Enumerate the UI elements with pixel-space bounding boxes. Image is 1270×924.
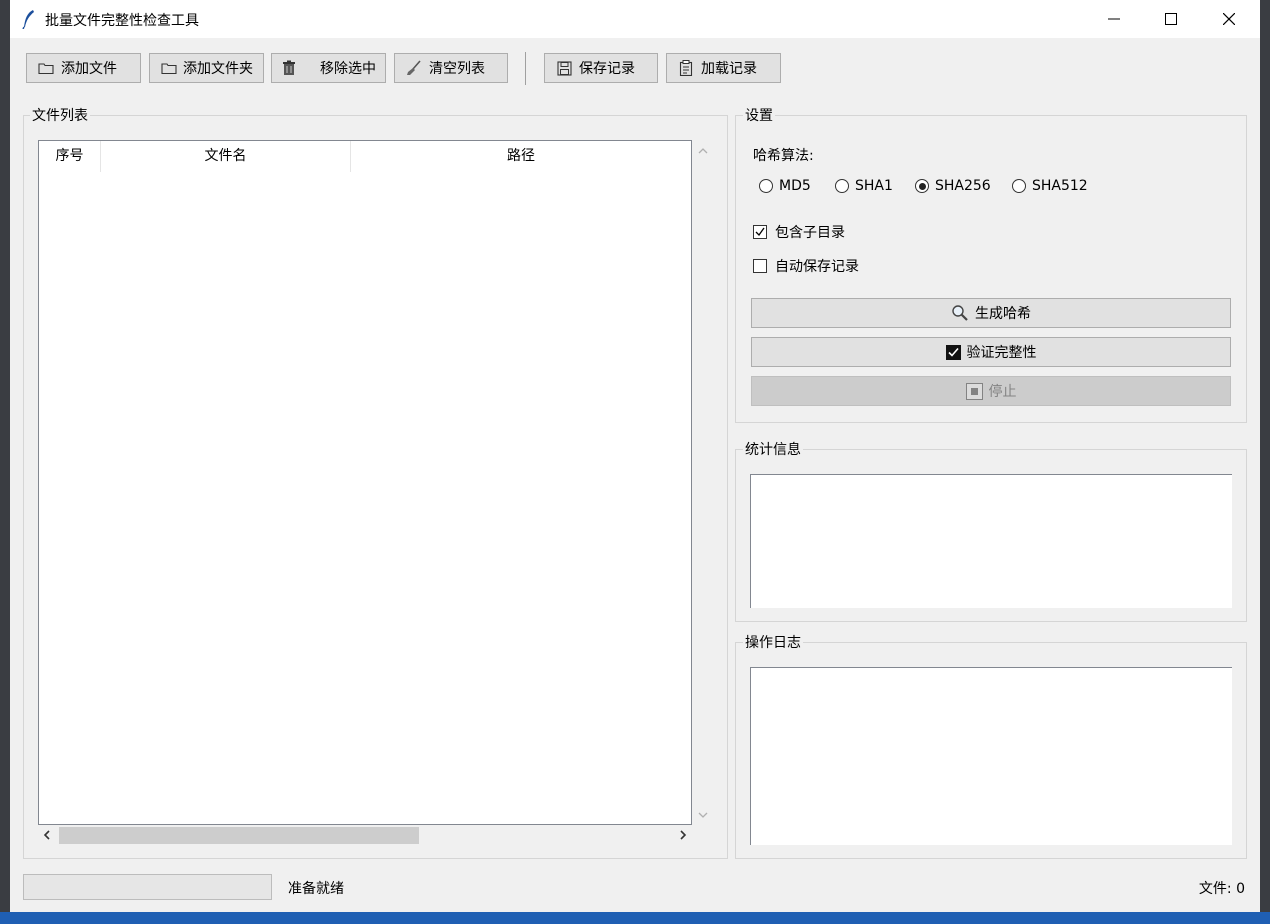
minimize-button[interactable]: [1085, 0, 1143, 38]
verify-integrity-label: 验证完整性: [966, 345, 1037, 361]
remove-selected-button[interactable]: 移除选中: [271, 53, 386, 83]
folder-icon: [160, 59, 177, 77]
include-subdirs-label: 包含子目录: [775, 225, 845, 241]
scroll-up-arrow-icon[interactable]: [696, 144, 710, 158]
generate-hash-label: 生成哈希: [975, 306, 1031, 322]
clear-list-button[interactable]: 清空列表: [394, 53, 508, 83]
check-icon: [755, 227, 765, 237]
save-icon: [555, 59, 573, 77]
load-record-label: 加载记录: [701, 61, 757, 77]
generate-hash-button[interactable]: 生成哈希: [751, 298, 1231, 328]
taskbar-strip: [0, 912, 1270, 924]
folder-icon: [37, 59, 55, 77]
toolbar-separator: [525, 52, 526, 85]
column-header-filename[interactable]: 文件名: [101, 141, 351, 172]
clipboard-icon: [677, 59, 695, 77]
stop-label: 停止: [988, 384, 1017, 400]
auto-save-label: 自动保存记录: [775, 259, 859, 275]
radio-sha1-label: SHA1: [855, 178, 893, 194]
radio-circle: [759, 179, 773, 193]
scroll-left-arrow-icon[interactable]: [40, 828, 54, 842]
radio-sha512-label: SHA512: [1032, 178, 1088, 194]
include-subdirs-checkbox[interactable]: 包含子目录: [753, 222, 845, 242]
hash-algorithm-label: 哈希算法:: [753, 148, 814, 164]
broom-icon: [405, 59, 423, 77]
maximize-icon: [1165, 13, 1177, 25]
magnifier-icon: [951, 304, 969, 322]
log-textarea[interactable]: [750, 667, 1232, 845]
radio-md5-label: MD5: [779, 178, 811, 194]
add-folder-button[interactable]: 添加文件夹: [149, 53, 264, 83]
checkbox-unchecked: [753, 259, 767, 273]
stats-textarea[interactable]: [750, 474, 1232, 608]
horizontal-scrollbar-thumb[interactable]: [59, 827, 419, 844]
checkbox-checked: [753, 225, 767, 239]
feather-icon: [22, 10, 34, 29]
save-record-label: 保存记录: [579, 61, 635, 77]
table-header: 序号 文件名 路径: [39, 141, 691, 172]
add-file-button[interactable]: 添加文件: [26, 53, 141, 83]
load-record-button[interactable]: 加载记录: [666, 53, 781, 83]
close-icon: [1223, 13, 1235, 25]
title-bar: 批量文件完整性检查工具: [10, 0, 1260, 38]
column-header-index[interactable]: 序号: [39, 141, 101, 172]
scroll-down-arrow-icon[interactable]: [696, 808, 710, 822]
status-text: 准备就绪: [288, 881, 344, 897]
save-record-button[interactable]: 保存记录: [544, 53, 658, 83]
radio-circle-selected: [915, 179, 929, 193]
auto-save-checkbox[interactable]: 自动保存记录: [753, 256, 859, 276]
add-file-label: 添加文件: [61, 61, 117, 77]
radio-sha256-label: SHA256: [935, 178, 991, 194]
trash-icon: [282, 59, 296, 77]
log-group-title: 操作日志: [743, 632, 803, 652]
file-list-group-title: 文件列表: [30, 105, 90, 125]
stats-group-title: 统计信息: [743, 439, 803, 459]
settings-group-title: 设置: [743, 105, 775, 125]
radio-sha256[interactable]: SHA256: [915, 178, 991, 194]
window-title: 批量文件完整性检查工具: [45, 13, 199, 29]
checkmark-box-icon: [945, 344, 961, 360]
maximize-button[interactable]: [1142, 0, 1200, 38]
scroll-right-arrow-icon[interactable]: [676, 828, 690, 842]
remove-selected-label: 移除选中: [320, 61, 376, 77]
radio-circle: [1012, 179, 1026, 193]
app-window: 批量文件完整性检查工具 添加文件 添加文件夹 移除选中 清空列表 保存记录 加载…: [10, 0, 1260, 912]
stop-button[interactable]: 停止: [751, 376, 1231, 406]
radio-circle: [835, 179, 849, 193]
add-folder-label: 添加文件夹: [183, 61, 253, 77]
radio-sha512[interactable]: SHA512: [1012, 178, 1088, 194]
file-list-table[interactable]: 序号 文件名 路径: [38, 140, 692, 825]
radio-md5[interactable]: MD5: [759, 178, 811, 194]
radio-sha1[interactable]: SHA1: [835, 178, 893, 194]
column-header-path[interactable]: 路径: [351, 141, 691, 172]
clear-list-label: 清空列表: [429, 61, 485, 77]
close-button[interactable]: [1200, 0, 1258, 38]
progress-bar: [23, 874, 272, 900]
minimize-icon: [1108, 18, 1120, 20]
verify-integrity-button[interactable]: 验证完整性: [751, 337, 1231, 367]
file-count: 文件: 0: [1198, 881, 1245, 897]
stop-icon: [965, 382, 983, 400]
